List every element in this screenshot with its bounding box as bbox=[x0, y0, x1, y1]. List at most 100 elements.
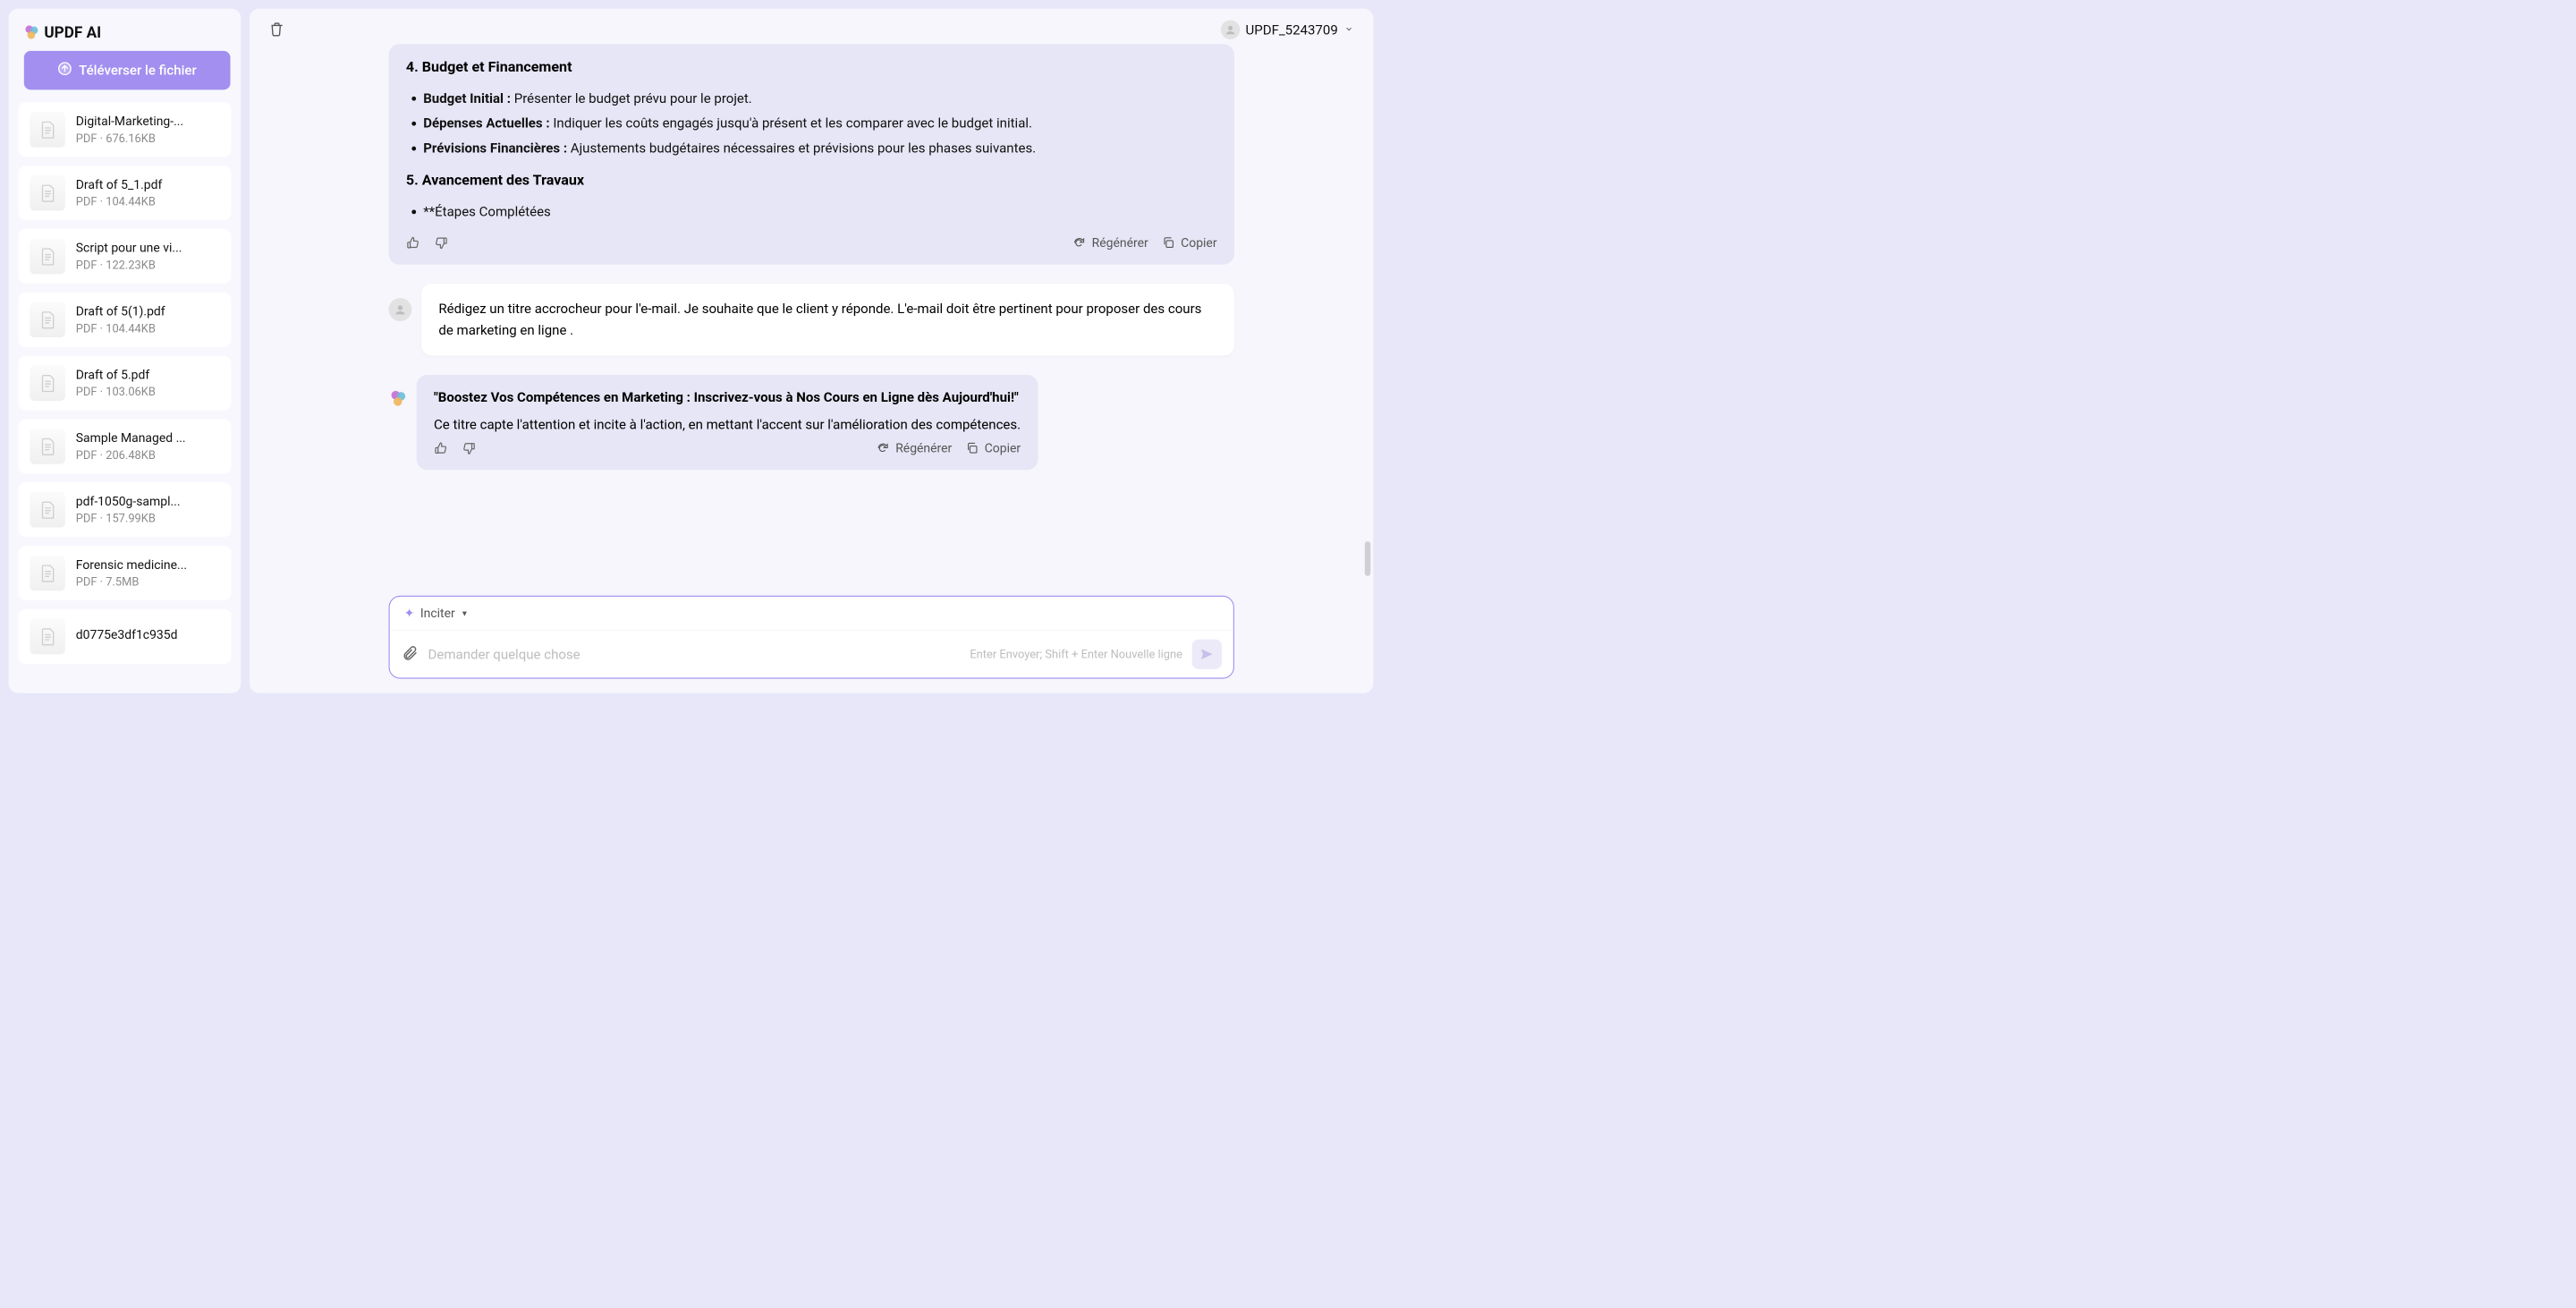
file-meta: PDF · 676.16KB bbox=[76, 132, 220, 145]
section-heading: 5. Avancement des Travaux bbox=[406, 172, 1217, 189]
list-item-label: Prévisions Financières : bbox=[423, 140, 567, 156]
file-name: pdf-1050g-sampl... bbox=[76, 495, 220, 509]
composer: ✦ Inciter ▼ Enter Envoyer; Shift + Enter… bbox=[389, 596, 1234, 679]
file-icon bbox=[30, 429, 65, 464]
composer-hint: Enter Envoyer; Shift + Enter Nouvelle li… bbox=[970, 648, 1182, 661]
sidebar: UPDF AI Téléverser le fichier Digital-Ma… bbox=[9, 9, 242, 693]
regenerate-button[interactable]: Régénérer bbox=[1072, 236, 1148, 251]
attach-button[interactable] bbox=[402, 645, 419, 664]
send-button[interactable] bbox=[1192, 640, 1222, 669]
file-icon bbox=[30, 112, 65, 148]
regenerate-button[interactable]: Régénérer bbox=[877, 441, 953, 455]
section-heading: 4. Budget et Financement bbox=[406, 58, 1217, 75]
file-item[interactable]: Draft of 5(1).pdf PDF · 104.44KB bbox=[18, 293, 231, 347]
file-item[interactable]: Sample Managed ... PDF · 206.48KB bbox=[18, 419, 231, 473]
sparkle-icon: ✦ bbox=[404, 607, 415, 621]
file-item[interactable]: Forensic medicine... PDF · 7.5MB bbox=[18, 546, 231, 600]
file-icon bbox=[30, 492, 65, 528]
assistant-message: 4. Budget et Financement Budget Initial … bbox=[389, 44, 1234, 264]
main-panel: UPDF_5243709 4. Budget et Financement Bu… bbox=[250, 9, 1373, 693]
file-meta: PDF · 104.44KB bbox=[76, 195, 220, 208]
file-name: Draft of 5(1).pdf bbox=[76, 304, 220, 319]
triangle-down-icon: ▼ bbox=[461, 608, 469, 618]
upload-file-button[interactable]: Téléverser le fichier bbox=[24, 51, 231, 89]
assistant-message: "Boostez Vos Compétences en Marketing : … bbox=[417, 375, 1038, 470]
file-icon bbox=[30, 175, 65, 211]
regenerate-label: Régénérer bbox=[895, 441, 952, 455]
user-avatar-icon bbox=[389, 298, 412, 321]
composer-input-row: Enter Envoyer; Shift + Enter Nouvelle li… bbox=[390, 631, 1233, 678]
list-item: Prévisions Financières : Ajustements bud… bbox=[423, 136, 1216, 161]
file-name: Script pour une vi... bbox=[76, 241, 220, 255]
thumbs-down-button[interactable] bbox=[462, 441, 476, 455]
topbar: UPDF_5243709 bbox=[250, 9, 1373, 39]
thumbs-up-button[interactable] bbox=[406, 236, 420, 251]
scrollbar-thumb[interactable] bbox=[1365, 541, 1370, 576]
bullet-list: **Étapes Complétées bbox=[406, 200, 1217, 225]
user-message-row: Rédigez un titre accrocheur pour l'e-mai… bbox=[389, 284, 1234, 355]
thumbs-down-button[interactable] bbox=[434, 236, 448, 251]
file-list: Digital-Marketing-... PDF · 676.16KB Draft… bbox=[18, 102, 236, 684]
file-name: d0775e3df1c935d bbox=[76, 628, 220, 642]
app-title: UPDF AI bbox=[44, 23, 101, 41]
message-actions: Régénérer Copier bbox=[406, 236, 1217, 251]
user-name: UPDF_5243709 bbox=[1246, 21, 1338, 38]
copy-label: Copier bbox=[1181, 236, 1216, 251]
file-meta: PDF · 157.99KB bbox=[76, 512, 220, 525]
user-message: Rédigez un titre accrocheur pour l'e-mai… bbox=[421, 284, 1234, 355]
copy-button[interactable]: Copier bbox=[965, 441, 1021, 455]
file-item[interactable]: Draft of 5.pdf PDF · 103.06KB bbox=[18, 356, 231, 411]
list-item-label: Dépenses Actuelles : bbox=[423, 115, 549, 132]
email-subject: "Boostez Vos Compétences en Marketing : … bbox=[434, 389, 1021, 405]
mode-selector[interactable]: ✦ Inciter ▼ bbox=[404, 607, 469, 621]
sidebar-header: UPDF AI bbox=[18, 18, 236, 50]
copy-label: Copier bbox=[985, 441, 1021, 455]
list-item: Dépenses Actuelles : Indiquer les coûts … bbox=[423, 111, 1216, 136]
message-actions: Régénérer Copier bbox=[434, 441, 1021, 455]
app-logo-icon bbox=[23, 24, 39, 40]
file-icon bbox=[30, 365, 65, 401]
file-item[interactable]: pdf-1050g-sampl... PDF · 157.99KB bbox=[18, 482, 231, 537]
list-item-text: Présenter le budget prévu pour le projet… bbox=[511, 90, 752, 106]
file-icon bbox=[30, 239, 65, 275]
file-item[interactable]: Digital-Marketing-... PDF · 676.16KB bbox=[18, 102, 231, 157]
file-icon bbox=[30, 619, 65, 655]
file-meta: PDF · 7.5MB bbox=[76, 575, 220, 589]
composer-input[interactable] bbox=[428, 646, 961, 662]
file-name: Digital-Marketing-... bbox=[76, 115, 220, 129]
list-item-text: Ajustements budgétaires nécessaires et p… bbox=[567, 140, 1036, 156]
chat-scroll: 4. Budget et Financement Budget Initial … bbox=[250, 39, 1373, 596]
file-icon bbox=[30, 556, 65, 591]
copy-button[interactable]: Copier bbox=[1162, 236, 1217, 251]
upload-label: Téléverser le fichier bbox=[79, 63, 197, 79]
file-name: Sample Managed ... bbox=[76, 431, 220, 446]
file-item[interactable]: d0775e3df1c935d bbox=[18, 609, 231, 664]
file-item[interactable]: Draft of 5_1.pdf PDF · 104.44KB bbox=[18, 166, 231, 220]
file-name: Draft of 5_1.pdf bbox=[76, 178, 220, 192]
list-item: Budget Initial : Présenter le budget pré… bbox=[423, 86, 1216, 111]
composer-toolbar: ✦ Inciter ▼ bbox=[390, 597, 1233, 631]
file-meta: PDF · 206.48KB bbox=[76, 448, 220, 462]
user-avatar-icon bbox=[1221, 21, 1240, 39]
file-icon bbox=[30, 302, 65, 337]
file-item[interactable]: Script pour une vi... PDF · 122.23KB bbox=[18, 229, 231, 284]
file-meta: PDF · 104.44KB bbox=[76, 321, 220, 335]
user-menu[interactable]: UPDF_5243709 bbox=[1221, 21, 1354, 39]
bullet-list: Budget Initial : Présenter le budget pré… bbox=[406, 86, 1217, 160]
file-name: Draft of 5.pdf bbox=[76, 368, 220, 382]
regenerate-label: Régénérer bbox=[1092, 236, 1148, 251]
list-item-label: Budget Initial : bbox=[423, 90, 511, 106]
file-meta: PDF · 103.06KB bbox=[76, 385, 220, 398]
file-name: Forensic medicine... bbox=[76, 557, 220, 572]
file-meta: PDF · 122.23KB bbox=[76, 259, 220, 272]
list-item-text: Indiquer les coûts engagés jusqu'à prése… bbox=[550, 115, 1032, 132]
mode-label: Inciter bbox=[420, 607, 455, 621]
assistant-logo-icon bbox=[389, 389, 407, 407]
delete-button[interactable] bbox=[268, 21, 284, 38]
email-subject-explanation: Ce titre capte l'attention et incite à l… bbox=[434, 417, 1021, 433]
upload-icon bbox=[58, 62, 72, 80]
assistant-message-row: "Boostez Vos Compétences en Marketing : … bbox=[389, 375, 1234, 470]
thumbs-up-button[interactable] bbox=[434, 441, 448, 455]
list-item: **Étapes Complétées bbox=[423, 200, 1216, 225]
chevron-down-icon bbox=[1343, 23, 1354, 36]
